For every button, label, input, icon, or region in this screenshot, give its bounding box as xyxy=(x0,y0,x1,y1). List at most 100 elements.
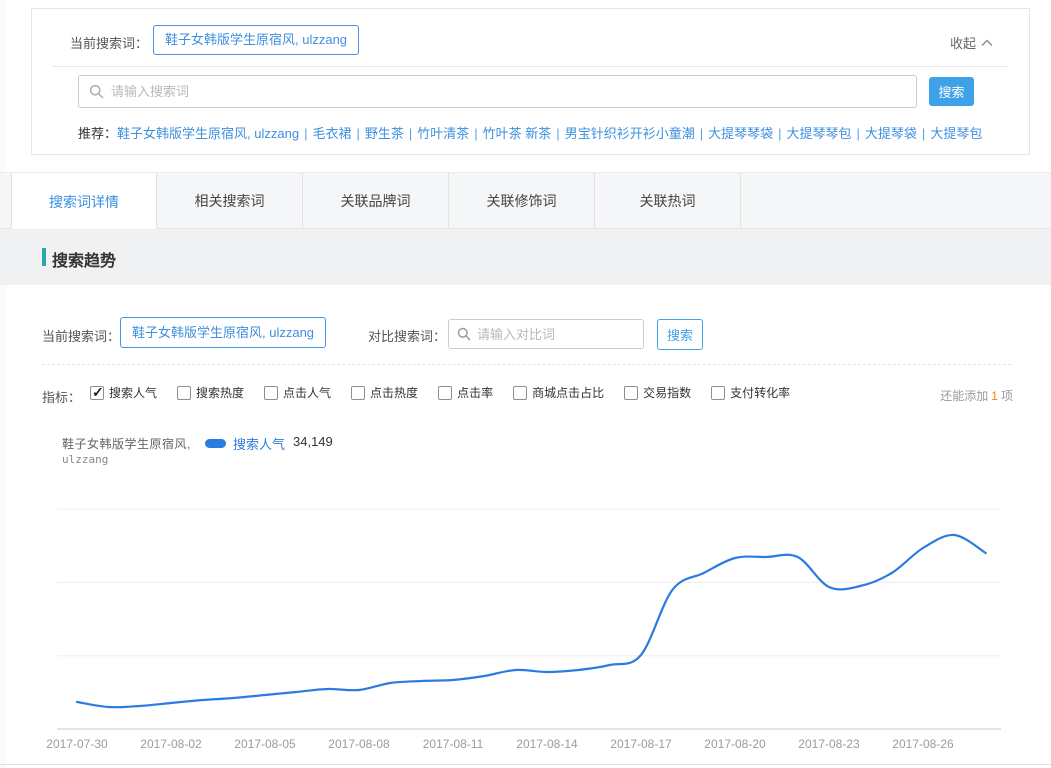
metric-option-支付转化率[interactable]: 支付转化率 xyxy=(711,384,790,401)
checkbox-icon[interactable] xyxy=(438,386,452,400)
x-axis-tick-label: 2017-08-26 xyxy=(878,737,968,751)
recommend-link[interactable]: 大提琴琴包 xyxy=(787,126,852,141)
metric-option-点击热度[interactable]: 点击热度 xyxy=(351,384,418,401)
dashed-divider xyxy=(42,364,1011,365)
x-axis-tick-label: 2017-08-23 xyxy=(784,737,874,751)
metric-option-交易指数[interactable]: 交易指数 xyxy=(624,384,691,401)
metric-option-搜索热度[interactable]: 搜索热度 xyxy=(177,384,244,401)
metric-option-label: 搜索热度 xyxy=(196,384,244,401)
recommend-separator: | xyxy=(922,126,925,141)
recommend-link[interactable]: 男宝针织衫开衫小童潮 xyxy=(565,126,695,141)
trend-chart: 2017-07-30 2017-08-02 2017-08-05 2017-08-08… xyxy=(0,468,1051,758)
section-accent-bar xyxy=(42,248,46,266)
metric-option-label: 点击人气 xyxy=(283,384,331,401)
recommend-separator: | xyxy=(304,126,307,141)
trend-current-keyword-label: 当前搜索词： xyxy=(42,326,120,345)
x-axis-tick-label: 2017-08-02 xyxy=(126,737,216,751)
keyword-search-input[interactable] xyxy=(111,84,906,99)
section-title: 搜索趋势 xyxy=(52,247,116,271)
recommend-link[interactable]: 竹叶茶 新茶 xyxy=(483,126,552,141)
add-more-suffix: 项 xyxy=(1001,389,1013,403)
recommend-link[interactable]: 大提琴袋 xyxy=(865,126,917,141)
bottom-divider xyxy=(0,764,1051,765)
metric-option-label: 搜索人气 xyxy=(109,384,157,401)
legend-metric-name[interactable]: 搜索人气 xyxy=(233,434,285,453)
compare-search-box xyxy=(448,319,644,349)
search-icon xyxy=(89,84,104,99)
tab-bar: 搜索词详情相关搜索词关联品牌词关联修饰词关联热词 xyxy=(0,172,1051,229)
dotted-divider xyxy=(53,66,1008,67)
recommend-separator: | xyxy=(778,126,781,141)
checkbox-icon[interactable] xyxy=(711,386,725,400)
add-more-prefix: 还能添加 xyxy=(940,389,988,403)
current-keyword-tag[interactable]: 鞋子女韩版学生原宿风, ulzzang xyxy=(153,25,359,55)
recommend-separator: | xyxy=(857,126,860,141)
metrics-label: 指标： xyxy=(42,387,81,406)
recommend-link[interactable]: 大提琴包 xyxy=(930,126,982,141)
x-axis-tick-label: 2017-08-20 xyxy=(690,737,780,751)
tab-关联热词[interactable]: 关联热词 xyxy=(595,173,741,228)
recommend-link[interactable]: 鞋子女韩版学生原宿风, ulzzang xyxy=(117,126,299,141)
trend-current-keyword-tag[interactable]: 鞋子女韩版学生原宿风, ulzzang xyxy=(120,317,326,348)
compare-search-button[interactable]: 搜索 xyxy=(657,319,703,350)
add-more-hint: 还能添加1项 xyxy=(940,387,1013,404)
keyword-search-box xyxy=(78,75,917,108)
x-axis-tick-label: 2017-07-30 xyxy=(32,737,122,751)
checkbox-icon[interactable] xyxy=(351,386,365,400)
recommend-link[interactable]: 野生茶 xyxy=(365,126,404,141)
search-button[interactable]: 搜索 xyxy=(929,77,974,106)
recommend-label: 推荐： xyxy=(78,126,117,141)
metric-option-label: 支付转化率 xyxy=(730,384,790,401)
checkbox-icon[interactable] xyxy=(624,386,638,400)
legend-term-line1: 鞋子女韩版学生原宿风, xyxy=(62,435,212,452)
section-header-band: 搜索趋势 xyxy=(0,229,1051,285)
metric-option-点击率[interactable]: 点击率 xyxy=(438,384,493,401)
checkbox-icon[interactable] xyxy=(177,386,191,400)
tab-搜索词详情[interactable]: 搜索词详情 xyxy=(11,173,157,231)
metrics-checkbox-row: 搜索人气 搜索热度 点击人气 点击热度 点击率 商城点击占比 交易指数 支付转化率 xyxy=(90,384,790,401)
current-keyword-label: 当前搜索词： xyxy=(70,33,148,52)
legend-term: 鞋子女韩版学生原宿风, ulzzang xyxy=(62,435,212,466)
recommend-separator: | xyxy=(409,126,412,141)
metric-option-label: 交易指数 xyxy=(643,384,691,401)
legend-term-line2: ulzzang xyxy=(62,453,212,466)
metric-option-label: 点击率 xyxy=(457,384,493,401)
series-line-搜索人气 xyxy=(77,535,986,707)
recommend-separator: | xyxy=(474,126,477,141)
recommend-link[interactable]: 竹叶清茶 xyxy=(417,126,469,141)
legend-metric-value: 34,149 xyxy=(293,434,333,449)
x-axis-tick-label: 2017-08-11 xyxy=(408,737,498,751)
recommend-separator: | xyxy=(700,126,703,141)
legend-series-marker[interactable] xyxy=(205,439,226,448)
checkbox-icon[interactable] xyxy=(264,386,278,400)
metric-option-label: 商城点击占比 xyxy=(532,384,604,401)
compare-search-input[interactable] xyxy=(477,327,635,342)
add-more-count: 1 xyxy=(991,389,998,403)
recommend-separator: | xyxy=(556,126,559,141)
recommend-row: 推荐：鞋子女韩版学生原宿风, ulzzang | 毛衣裙 | 野生茶 | 竹叶清茶 | 竹叶茶 … xyxy=(78,123,1008,142)
trend-line-chart-svg xyxy=(0,468,1051,758)
tab-关联品牌词[interactable]: 关联品牌词 xyxy=(303,173,449,228)
collapse-control[interactable]: 收起 xyxy=(950,33,993,52)
tab-关联修饰词[interactable]: 关联修饰词 xyxy=(449,173,595,228)
recommend-link[interactable]: 毛衣裙 xyxy=(312,126,351,141)
search-icon xyxy=(457,327,471,341)
collapse-label: 收起 xyxy=(950,33,976,52)
x-axis-tick-label: 2017-08-05 xyxy=(220,737,310,751)
metric-option-商城点击占比[interactable]: 商城点击占比 xyxy=(513,384,604,401)
keyword-analytics-page: 当前搜索词： 鞋子女韩版学生原宿风, ulzzang 收起 搜索 推荐：鞋子女韩… xyxy=(0,0,1051,768)
checkbox-icon[interactable] xyxy=(513,386,527,400)
x-axis-tick-label: 2017-08-17 xyxy=(596,737,686,751)
x-axis-tick-label: 2017-08-08 xyxy=(314,737,404,751)
recommend-link[interactable]: 大提琴琴袋 xyxy=(708,126,773,141)
metric-option-点击人气[interactable]: 点击人气 xyxy=(264,384,331,401)
checkbox-checked-icon[interactable] xyxy=(90,386,104,400)
metric-option-搜索人气[interactable]: 搜索人气 xyxy=(90,384,157,401)
metric-option-label: 点击热度 xyxy=(370,384,418,401)
tab-相关搜索词[interactable]: 相关搜索词 xyxy=(157,173,303,228)
x-axis-tick-label: 2017-08-14 xyxy=(502,737,592,751)
chevron-up-icon xyxy=(981,39,993,47)
current-keyword-card: 当前搜索词： 鞋子女韩版学生原宿风, ulzzang 收起 搜索 推荐：鞋子女韩… xyxy=(31,8,1030,155)
recommend-separator: | xyxy=(356,126,359,141)
compare-keyword-label: 对比搜索词： xyxy=(368,326,446,345)
